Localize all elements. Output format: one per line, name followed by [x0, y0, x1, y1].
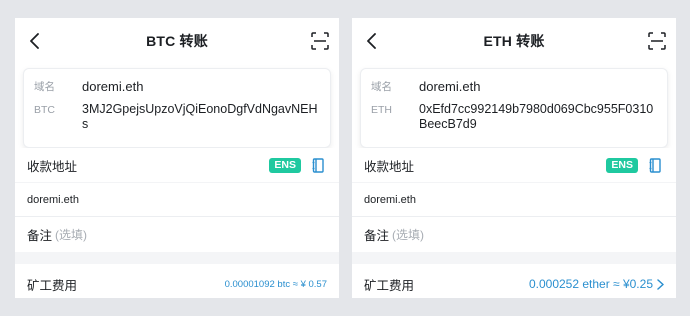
address-input[interactable]: doremi.eth — [15, 182, 339, 216]
scan-button[interactable] — [307, 28, 333, 54]
memo-placeholder: (选填) — [55, 228, 88, 242]
memo-field[interactable]: 备注 (选填) — [352, 216, 676, 252]
address-input[interactable]: doremi.eth — [352, 182, 676, 216]
resolved-address: 0xEfd7cc992149b7980d069Cbc955F0310BeecB7… — [419, 102, 654, 131]
section-gap — [15, 252, 339, 264]
address-key: BTC — [34, 104, 55, 116]
address-key: ETH — [371, 104, 392, 116]
fee-value: 0.000252 ether ≈ ¥0.25 — [528, 277, 653, 291]
ens-badge[interactable]: ENS — [606, 157, 638, 173]
back-button[interactable] — [21, 27, 49, 55]
section-gap — [352, 252, 676, 264]
nav-bar: ETH 转账 — [352, 18, 676, 64]
domain-key: 域名 — [371, 81, 392, 93]
fee-label: 矿工费用 — [27, 278, 78, 293]
address-book-icon — [649, 157, 661, 173]
info-address-row: BTC 3MJ2GpejsUpzoVjQiEonoDgfVdNgavNEHs — [34, 102, 320, 131]
miner-fee-row[interactable]: 矿工费用 0.000252 ether ≈ ¥0.25 — [352, 264, 676, 298]
ens-badge[interactable]: ENS — [269, 157, 301, 173]
domain-key: 域名 — [34, 81, 55, 93]
recipient-info-card: 域名 doremi.eth BTC 3MJ2GpejsUpzoVjQiEonoD… — [23, 68, 331, 148]
scan-icon — [648, 32, 666, 50]
recipient-info-area: 域名 doremi.eth ETH 0xEfd7cc992149b7980d06… — [352, 64, 676, 148]
domain-value: doremi.eth — [419, 79, 481, 94]
btc-transfer-screen: BTC 转账 域名 doremi.eth BTC 3MJ2GpejsUpzoVj… — [15, 18, 339, 298]
fee-value: 0.00001092 btc ≈ ¥ 0.57 — [224, 278, 327, 290]
domain-value: doremi.eth — [82, 79, 144, 94]
resolved-address: 3MJ2GpejsUpzoVjQiEonoDgfVdNgavNEHs — [82, 102, 318, 131]
back-button[interactable] — [358, 27, 386, 55]
memo-field[interactable]: 备注 (选填) — [15, 216, 339, 252]
address-section: 收款地址 ENS doremi.eth 备注 (选填) — [352, 148, 676, 252]
address-label: 收款地址 — [27, 159, 78, 174]
address-tools: ENS — [606, 156, 664, 174]
recipient-info-area: 域名 doremi.eth BTC 3MJ2GpejsUpzoVjQiEonoD… — [15, 64, 339, 148]
memo-placeholder: (选填) — [392, 228, 425, 242]
page-title: BTC 转账 — [146, 33, 208, 49]
back-arrow-icon — [30, 33, 39, 49]
miner-fee-row[interactable]: 矿工费用 0.00001092 btc ≈ ¥ 0.57 — [15, 264, 339, 298]
address-section: 收款地址 ENS doremi.eth 备注 (选填) — [15, 148, 339, 252]
recipient-info-card: 域名 doremi.eth ETH 0xEfd7cc992149b7980d06… — [360, 68, 668, 148]
address-header: 收款地址 ENS — [15, 148, 339, 182]
info-domain-row: 域名 doremi.eth — [34, 79, 320, 95]
nav-bar: BTC 转账 — [15, 18, 339, 64]
address-book-icon — [312, 157, 324, 173]
address-label: 收款地址 — [364, 159, 415, 174]
scan-button[interactable] — [644, 28, 670, 54]
fee-label: 矿工费用 — [364, 278, 415, 293]
info-address-row: ETH 0xEfd7cc992149b7980d069Cbc955F0310Be… — [371, 102, 657, 131]
page-title: ETH 转账 — [483, 33, 545, 49]
chevron-right-icon — [657, 278, 664, 290]
fee-value-group: 0.000252 ether ≈ ¥0.25 — [529, 277, 664, 291]
address-book-button[interactable] — [646, 156, 664, 174]
address-book-button[interactable] — [309, 156, 327, 174]
memo-label: 备注 — [27, 229, 53, 243]
info-domain-row: 域名 doremi.eth — [371, 79, 657, 95]
address-tools: ENS — [269, 156, 327, 174]
scan-icon — [311, 32, 329, 50]
eth-transfer-screen: ETH 转账 域名 doremi.eth ETH 0xEfd7cc992149b… — [352, 18, 676, 298]
memo-label: 备注 — [364, 229, 390, 243]
back-arrow-icon — [367, 33, 376, 49]
address-header: 收款地址 ENS — [352, 148, 676, 182]
